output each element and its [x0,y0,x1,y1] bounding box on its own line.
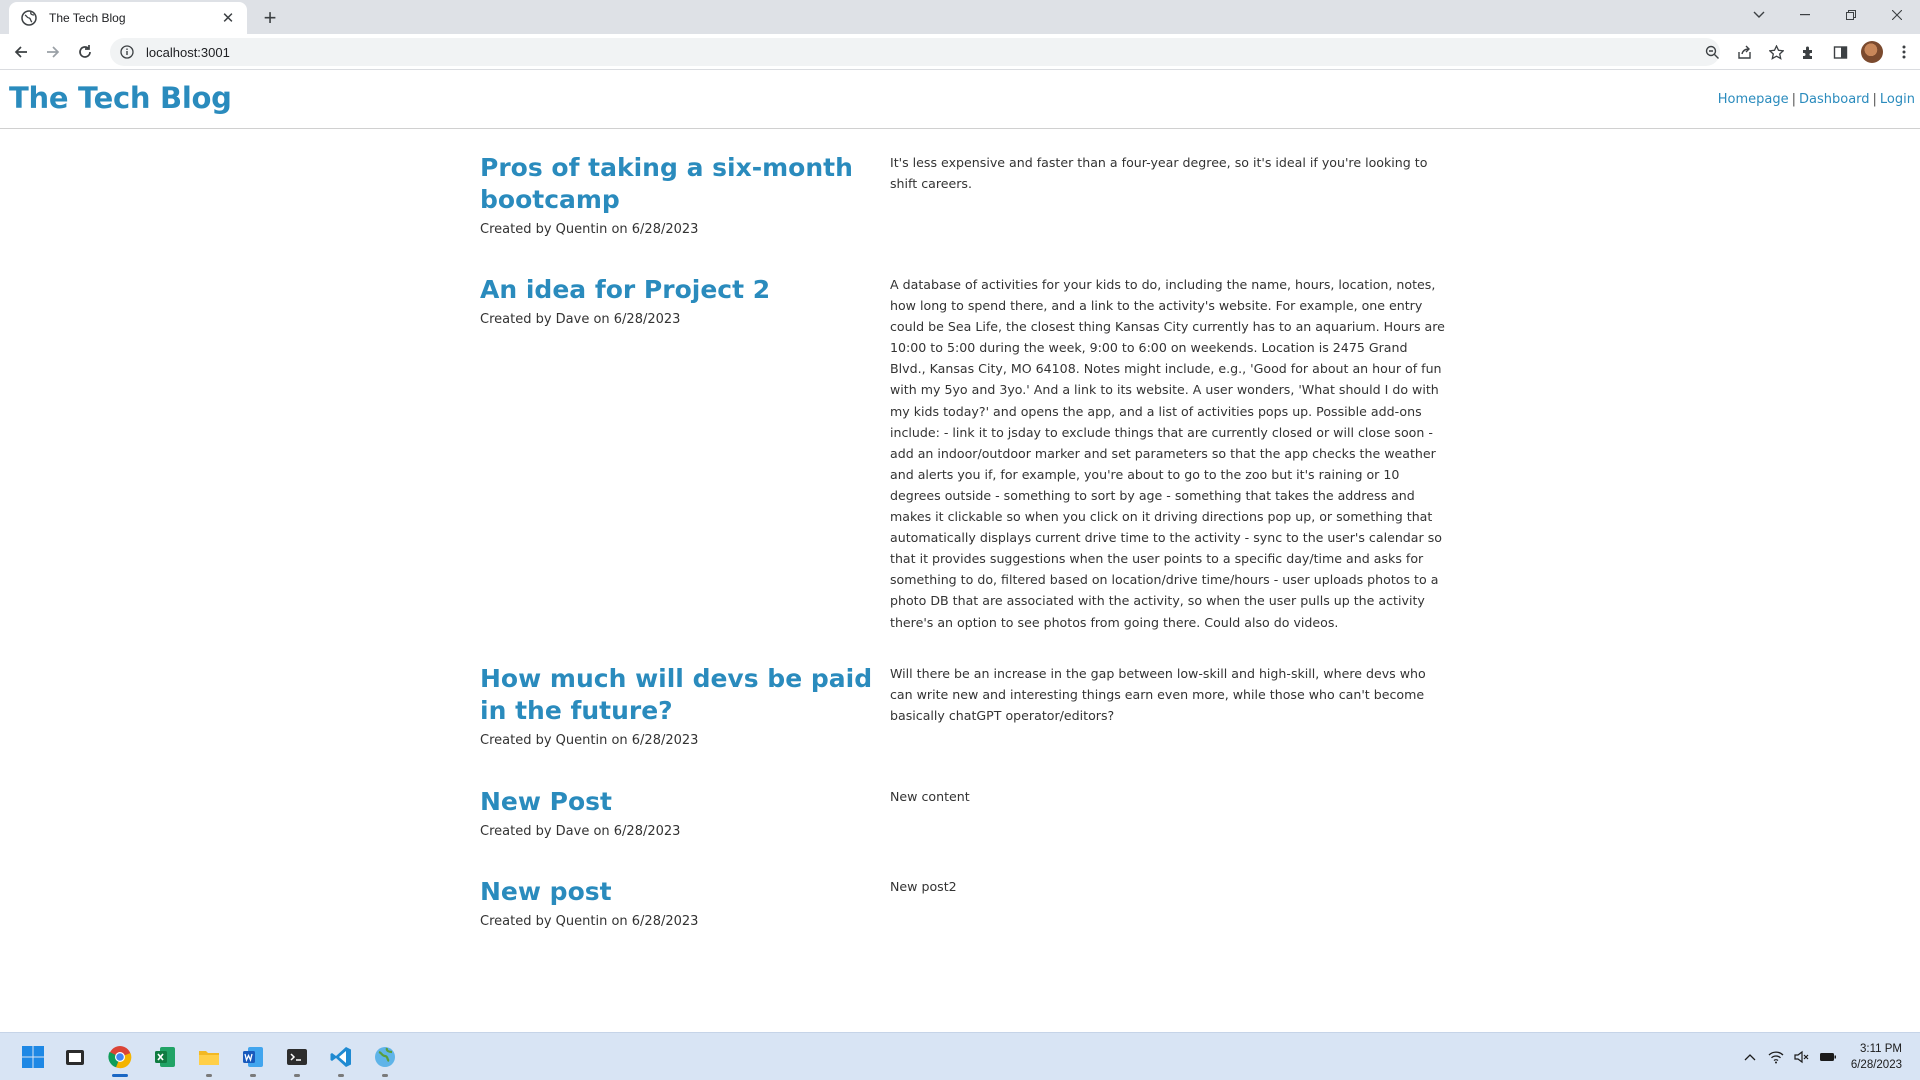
start-icon[interactable] [17,1041,49,1073]
close-window-icon[interactable] [1874,0,1920,30]
post-content: A database of activities for your kids t… [890,277,1445,630]
post-title[interactable]: New post [480,876,880,908]
vscode-icon[interactable] [325,1041,357,1077]
browser-toolbar: localhost:3001 [0,34,1920,70]
excel-icon[interactable] [149,1041,181,1073]
terminal-icon[interactable] [281,1041,313,1077]
close-tab-icon[interactable]: ✕ [219,9,237,27]
file-explorer-icon[interactable] [59,1041,91,1073]
restore-icon[interactable] [1828,0,1874,30]
post-meta: Created by Dave on 6/28/2023 [480,824,681,839]
menu-kebab-icon[interactable] [1888,38,1920,66]
nav-separator: | [1872,92,1877,107]
site-nav: Homepage | Dashboard | Login [1718,92,1915,107]
forward-icon[interactable] [41,40,65,64]
post-title[interactable]: How much will devs be paid in the future… [480,663,880,727]
bookmark-star-icon[interactable] [1760,38,1792,66]
volume-muted-icon[interactable] [1789,1044,1815,1070]
post-title[interactable]: An idea for Project 2 [480,274,880,306]
post-content: New post2 [890,879,957,894]
site-header: The Tech Blog Homepage | Dashboard | Login [0,70,1920,129]
browser-tab[interactable]: The Tech Blog ✕ [9,2,247,34]
nav-homepage-link[interactable]: Homepage [1718,92,1789,107]
window-controls [1736,0,1920,30]
post-meta: Created by Quentin on 6/28/2023 [480,733,699,748]
post-meta: Created by Quentin on 6/28/2023 [480,914,699,929]
battery-icon[interactable] [1815,1044,1841,1070]
word-icon[interactable] [237,1041,269,1077]
new-tab-icon[interactable]: + [258,5,282,30]
folder-icon[interactable] [193,1041,225,1077]
browser-tab-strip: The Tech Blog ✕ + [0,0,1920,34]
post-meta: Created by Dave on 6/28/2023 [480,312,681,327]
post-content: It's less expensive and faster than a fo… [890,155,1428,192]
post-content: New content [890,789,970,804]
minimize-icon[interactable] [1782,0,1828,30]
share-icon[interactable] [1728,38,1760,66]
clock-date: 6/28/2023 [1850,1059,1902,1071]
chevron-up-icon[interactable] [1737,1044,1763,1070]
chrome-icon[interactable] [104,1041,136,1077]
tab-search-icon[interactable] [1736,0,1782,30]
extensions-icon[interactable] [1792,38,1824,66]
nav-dashboard-link[interactable]: Dashboard [1799,92,1870,107]
system-tray: 3:11 PM 6/28/2023 [1737,1033,1920,1080]
reload-icon[interactable] [73,40,97,64]
tab-title: The Tech Blog [49,11,126,25]
system-clock[interactable]: 3:11 PM 6/28/2023 [1841,1041,1920,1073]
post-title[interactable]: Pros of taking a six-month bootcamp [480,152,880,216]
post-title[interactable]: New Post [480,786,880,818]
post-content: Will there be an increase in the gap bet… [890,666,1426,724]
clock-time: 3:11 PM [1860,1043,1902,1055]
site-title[interactable]: The Tech Blog [9,81,232,115]
back-icon[interactable] [9,40,33,64]
nav-separator: | [1791,92,1796,107]
side-panel-icon[interactable] [1824,38,1856,66]
nav-login-link[interactable]: Login [1880,92,1915,107]
globe-icon [21,10,37,26]
post-meta: Created by Quentin on 6/28/2023 [480,222,699,237]
taskbar: 3:11 PM 6/28/2023 [0,1032,1920,1080]
zoom-icon[interactable] [1696,38,1728,66]
address-bar[interactable]: localhost:3001 [110,38,1720,66]
wifi-icon[interactable] [1763,1044,1789,1070]
site-info-icon[interactable] [118,43,136,61]
profile-avatar[interactable] [1856,38,1888,66]
globe-icon[interactable] [369,1041,401,1077]
url-text: localhost:3001 [146,44,230,60]
